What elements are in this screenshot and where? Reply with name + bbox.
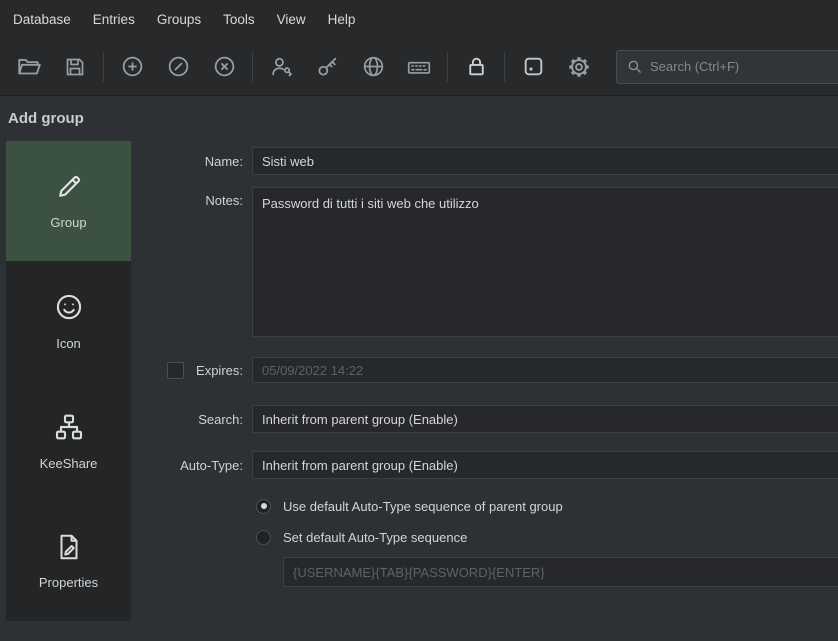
autotype-button[interactable] (396, 46, 442, 88)
password-generator-icon (521, 54, 546, 79)
expires-row: Expires: (131, 357, 838, 383)
save-database-button[interactable] (52, 46, 98, 88)
expires-checkbox[interactable] (167, 362, 184, 379)
save-database-icon (63, 55, 87, 79)
document-edit-icon (54, 532, 84, 562)
name-row: Name: (131, 147, 838, 175)
use-default-sequence-radio[interactable] (256, 499, 271, 514)
toolbar-separator (103, 52, 104, 82)
copy-url-icon (361, 54, 386, 79)
entry-add-icon (120, 54, 145, 79)
copy-url-button[interactable] (350, 46, 396, 88)
sidebar-item-label: Icon (56, 336, 81, 351)
autotype-row: Auto-Type: Inherit from parent group (En… (131, 451, 838, 479)
entry-edit-button[interactable] (155, 46, 201, 88)
menu-tools[interactable]: Tools (212, 0, 266, 38)
page-title: Add group (8, 110, 838, 127)
menu-help[interactable]: Help (317, 0, 367, 38)
settings-gear-icon (566, 54, 592, 80)
set-default-sequence-radio[interactable] (256, 530, 271, 545)
category-sidebar: Group Icon KeeSh (6, 141, 131, 621)
set-default-sequence-label: Set default Auto-Type sequence (283, 530, 467, 545)
toolbar-separator (252, 52, 253, 82)
sidebar-item-group[interactable]: Group (6, 141, 131, 261)
entry-delete-icon (212, 54, 237, 79)
sidebar-item-label: Group (50, 215, 86, 230)
autotype-inherit-dropdown[interactable]: Inherit from parent group (Enable) (252, 451, 838, 479)
menu-database[interactable]: Database (2, 0, 82, 38)
sidebar-item-keeshare[interactable]: KeeShare (6, 381, 131, 501)
entry-add-button[interactable] (109, 46, 155, 88)
search-inherit-dropdown[interactable]: Inherit from parent group (Enable) (252, 405, 838, 433)
group-form: Name: Notes: Password di tutti i siti we… (131, 141, 838, 621)
use-default-sequence-label: Use default Auto-Type sequence of parent… (283, 499, 563, 514)
pencil-icon (54, 172, 84, 202)
toolbar-search (616, 50, 838, 84)
add-group-panel: Group Icon KeeSh (0, 141, 838, 621)
lock-icon (464, 54, 489, 79)
search-icon (626, 58, 643, 75)
toolbar-separator (447, 52, 448, 82)
name-input[interactable] (252, 147, 838, 175)
share-icon (53, 411, 85, 443)
menu-entries[interactable]: Entries (82, 0, 146, 38)
entry-edit-icon (166, 54, 191, 79)
copy-username-button[interactable] (258, 46, 304, 88)
copy-username-icon (269, 54, 294, 79)
sidebar-item-label: Properties (39, 575, 98, 590)
sidebar-item-icon[interactable]: Icon (6, 261, 131, 381)
menu-groups[interactable]: Groups (146, 0, 212, 38)
search-input[interactable] (650, 59, 832, 74)
menu-bar: Database Entries Groups Tools View Help (0, 0, 838, 38)
copy-password-button[interactable] (304, 46, 350, 88)
search-label: Search: (198, 412, 243, 427)
toolbar-separator (504, 52, 505, 82)
entry-delete-button[interactable] (201, 46, 247, 88)
smiley-icon (53, 291, 85, 323)
autotype-label: Auto-Type: (180, 458, 243, 473)
settings-button[interactable] (556, 46, 602, 88)
sequence-row (283, 557, 838, 587)
notes-textarea[interactable]: Password di tutti i siti web che utilizz… (252, 187, 838, 337)
set-default-sequence-row: Set default Auto-Type sequence (256, 526, 838, 548)
autotype-icon (406, 54, 432, 80)
expires-label: Expires: (196, 363, 243, 378)
sidebar-item-label: KeeShare (40, 456, 98, 471)
sidebar-item-properties[interactable]: Properties (6, 501, 131, 621)
open-database-button[interactable] (6, 46, 52, 88)
password-generator-button[interactable] (510, 46, 556, 88)
use-default-sequence-row: Use default Auto-Type sequence of parent… (256, 495, 838, 517)
toolbar (0, 38, 838, 96)
lock-databases-button[interactable] (453, 46, 499, 88)
notes-label: Notes: (205, 193, 243, 208)
copy-password-icon (315, 54, 340, 79)
open-database-icon (16, 54, 42, 80)
autotype-sequence-input[interactable] (283, 557, 838, 587)
notes-row: Notes: Password di tutti i siti web che … (131, 187, 838, 337)
menu-view[interactable]: View (266, 0, 317, 38)
name-label: Name: (205, 154, 243, 169)
expires-datetime-input[interactable] (252, 357, 838, 383)
search-row: Search: Inherit from parent group (Enabl… (131, 405, 838, 433)
